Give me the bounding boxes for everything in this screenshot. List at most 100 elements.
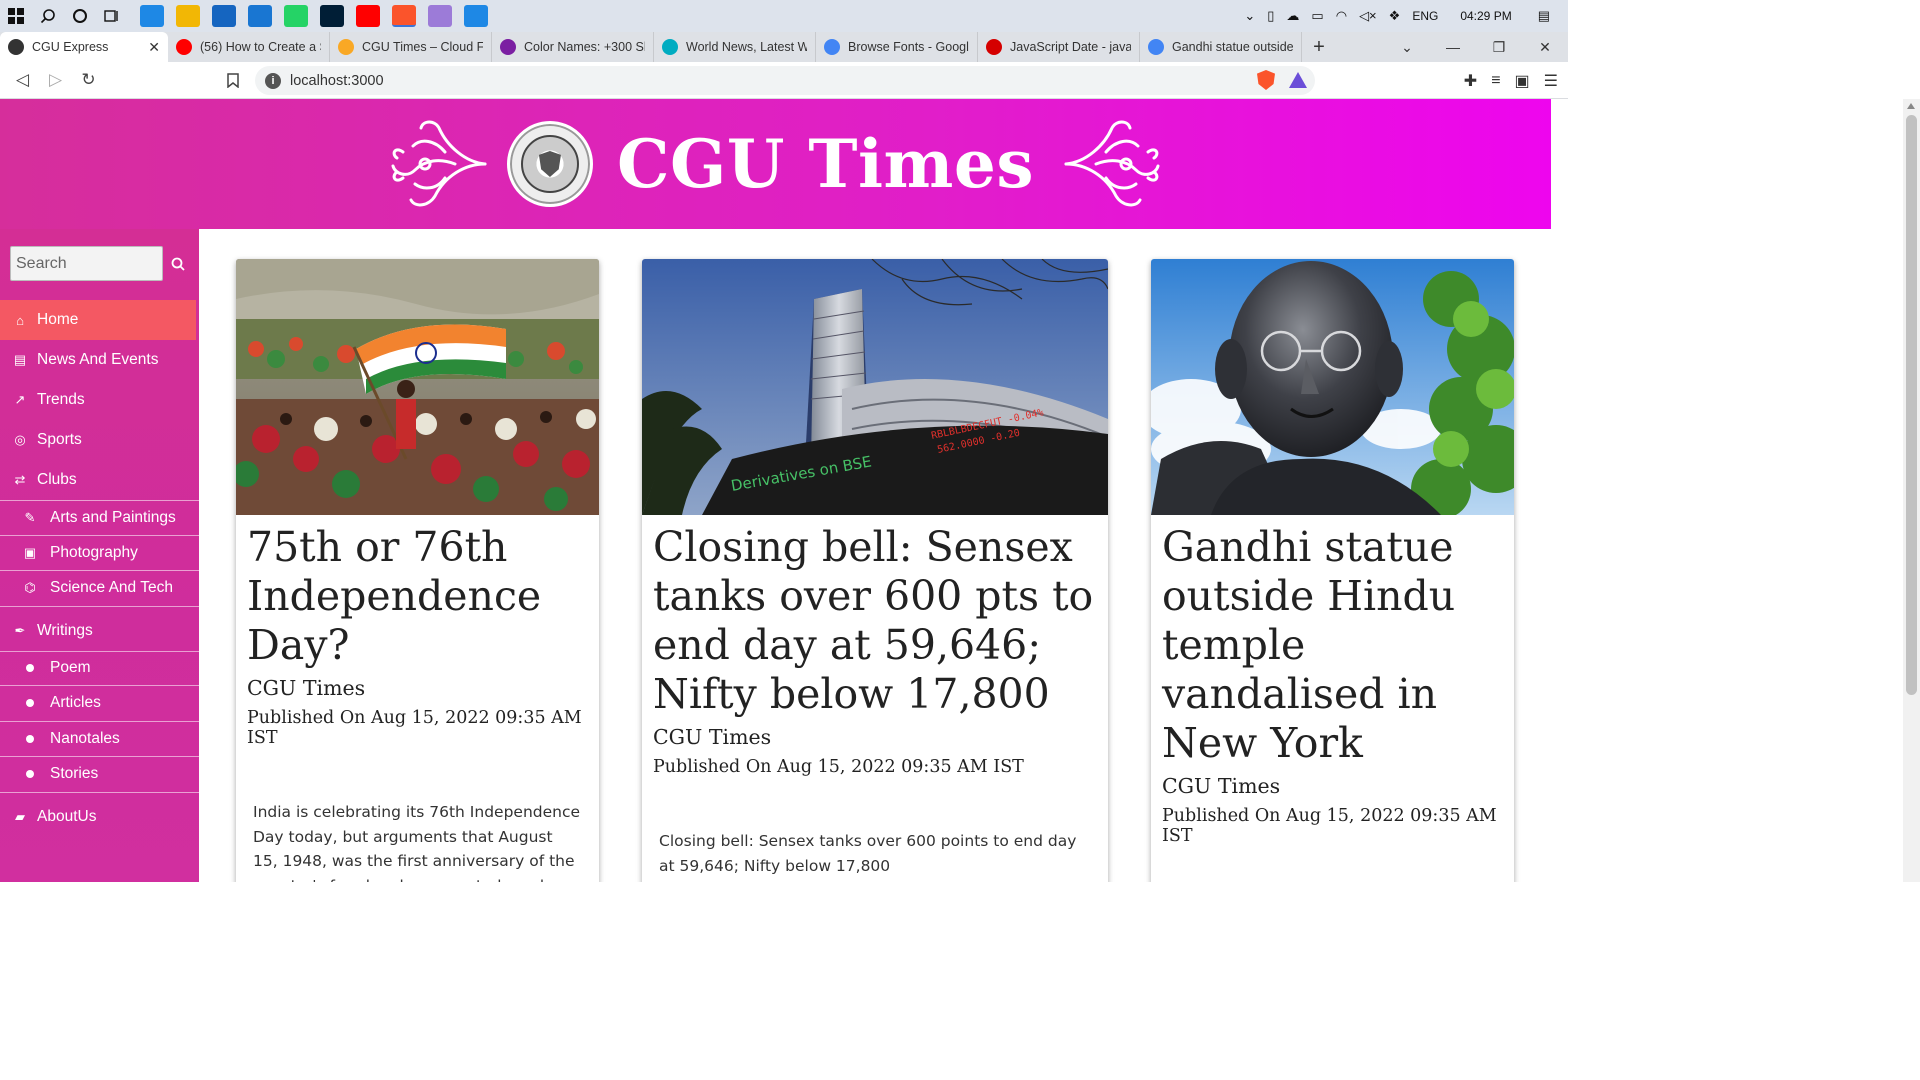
browser-tab[interactable]: Color Names: +300 Sh	[492, 32, 654, 62]
sidebar-item-news-and-events[interactable]: ▤ News And Events	[0, 340, 199, 380]
whatsapp-icon[interactable]	[284, 5, 308, 27]
article-title[interactable]: Gandhi statue outside Hindu temple vanda…	[1162, 523, 1503, 768]
language-indicator[interactable]: ENG	[1412, 9, 1438, 23]
sidebar-item-articles[interactable]: Articles	[0, 686, 199, 722]
clock[interactable]: 04:29 PM	[1460, 9, 1511, 23]
battery-icon[interactable]: ▭	[1311, 8, 1323, 24]
article-card[interactable]: 75th or 76th Independence Day? CGU Times…	[236, 259, 599, 882]
phone-link-icon[interactable]: ▯	[1267, 8, 1274, 24]
scrollbar-thumb[interactable]	[1906, 115, 1917, 695]
sidebar-item-poem[interactable]: Poem	[0, 650, 199, 686]
menu-icon[interactable]: ☰	[1544, 71, 1558, 91]
article-author: CGU Times	[1162, 774, 1281, 798]
onedrive-icon[interactable]: ☁	[1286, 8, 1299, 24]
sidebar-item-stories[interactable]: Stories	[0, 757, 199, 793]
tab-favicon-icon	[338, 39, 354, 55]
bullet-icon	[22, 731, 38, 747]
brave-shield-icon[interactable]	[1257, 70, 1275, 90]
tab-title: CGU Express	[32, 40, 109, 54]
wifi-icon[interactable]: ◠	[1336, 8, 1347, 24]
bookmark-icon[interactable]	[222, 66, 244, 94]
cortana-icon[interactable]	[64, 0, 96, 32]
search-input[interactable]	[10, 246, 163, 281]
close-tab-icon[interactable]: ✕	[148, 39, 160, 56]
gandhi-statue-photo[interactable]	[1151, 259, 1514, 515]
browser-tab[interactable]: JavaScript Date - javat	[978, 32, 1140, 62]
sidebar-item-arts-and-paintings[interactable]: ✎ Arts and Paintings	[0, 500, 199, 536]
speaker-muted-icon[interactable]: ◁×	[1359, 8, 1377, 24]
desktop-app-icon[interactable]	[248, 5, 272, 27]
photoshop-icon[interactable]	[320, 5, 344, 27]
article-date: Published On Aug 15, 2022 09:35 AM IST	[1162, 806, 1497, 846]
search-icon[interactable]	[32, 0, 64, 32]
minimize-icon[interactable]: —	[1430, 32, 1476, 62]
tech-icon: ⌬	[24, 580, 36, 596]
cgu-logo[interactable]	[506, 121, 593, 207]
task-view-icon[interactable]	[96, 0, 128, 32]
browser-tab[interactable]: CGU Times – Cloud Fir	[330, 32, 492, 62]
browser-tab[interactable]: CGU Express ✕	[0, 32, 168, 62]
kite-icon[interactable]	[428, 5, 452, 27]
sidebar-item-label: AboutUs	[37, 807, 97, 825]
restore-icon[interactable]: ❐	[1476, 32, 1522, 62]
article-excerpt: India is celebrating its 76th Independen…	[253, 803, 581, 882]
sidebar-item-sports[interactable]: ◎ Sports	[0, 420, 199, 460]
tab-search-icon[interactable]: ⌄	[1384, 32, 1430, 62]
sidebar-item-nanotales[interactable]: Nanotales	[0, 722, 199, 757]
playlist-icon[interactable]: ≡	[1491, 72, 1500, 90]
sidebar-item-label: Home	[37, 311, 79, 328]
article-title[interactable]: 75th or 76th Independence Day?	[247, 523, 588, 670]
page-scrollbar[interactable]	[1903, 99, 1920, 882]
sidebar-item-label: Writings	[37, 621, 93, 639]
bse-building-photo[interactable]: Derivatives on BSE RBLBLBDECFUT -0.04% 5…	[642, 259, 1108, 515]
left-flourish-icon	[391, 120, 487, 207]
dropbox-icon[interactable]: ❖	[1389, 8, 1401, 24]
sidebar-item-label: Articles	[50, 694, 101, 712]
brave-rewards-icon[interactable]	[1289, 72, 1307, 88]
extensions-icon[interactable]: ✚	[1464, 71, 1477, 91]
scroll-up-arrow-icon[interactable]	[1907, 103, 1915, 109]
sidebar-item-writings[interactable]: ✒ Writings	[0, 611, 199, 651]
store-icon[interactable]	[212, 5, 236, 27]
site-title[interactable]: CGU Times	[617, 125, 1034, 203]
forward-button[interactable]: ▷	[39, 65, 72, 95]
sidebar-item-clubs[interactable]: ⇄ Clubs	[0, 460, 199, 500]
sidebar-item-science-and-tech[interactable]: ⌬ Science And Tech	[0, 571, 199, 607]
article-author: CGU Times	[247, 676, 366, 700]
sidebar-item-label: Trends	[37, 391, 85, 408]
tab-title: Color Names: +300 Sh	[524, 40, 645, 54]
browser-tab[interactable]: Gandhi statue outside	[1140, 32, 1302, 62]
edge-icon[interactable]	[140, 5, 164, 27]
notifications-icon[interactable]: ▤	[1538, 8, 1550, 24]
file-explorer-icon[interactable]	[176, 5, 200, 27]
sidebar-item-home[interactable]: ⌂ Home	[0, 300, 196, 340]
article-title[interactable]: Closing bell: Sensex tanks over 600 pts …	[653, 523, 1097, 719]
url-text[interactable]: localhost:3000	[290, 73, 384, 89]
browser-tab[interactable]: Browse Fonts - Google	[816, 32, 978, 62]
article-card[interactable]: Derivatives on BSE RBLBLBDECFUT -0.04% 5…	[642, 259, 1108, 882]
article-card[interactable]: Gandhi statue outside Hindu temple vanda…	[1151, 259, 1514, 882]
tab-favicon-icon	[8, 39, 24, 55]
url-field[interactable]: i localhost:3000	[255, 66, 1315, 95]
search-button[interactable]	[163, 246, 193, 281]
new-tab-button[interactable]: +	[1302, 32, 1336, 62]
vscode-icon[interactable]	[464, 5, 488, 27]
sidebar-item-label: Science And Tech	[50, 579, 173, 597]
browser-tab[interactable]: World News, Latest Wo	[654, 32, 816, 62]
brave-icon[interactable]	[392, 5, 416, 27]
back-button[interactable]: ◁	[6, 65, 39, 95]
chevron-up-icon[interactable]: ⌄	[1244, 8, 1255, 24]
close-window-icon[interactable]: ✕	[1522, 32, 1568, 62]
article-excerpt: Closing bell: Sensex tanks over 600 poin…	[659, 832, 1077, 875]
site-info-icon[interactable]: i	[265, 72, 281, 89]
right-flourish-icon	[1064, 120, 1160, 207]
windows-start-icon[interactable]	[0, 0, 32, 32]
sidebar-item-aboutus[interactable]: ▰ AboutUs	[0, 797, 199, 837]
reload-button[interactable]: ↻	[72, 65, 105, 95]
wallet-icon[interactable]: ▣	[1515, 71, 1530, 91]
independence-day-flag-photo[interactable]	[236, 259, 599, 515]
sidebar-item-trends[interactable]: ↗ Trends	[0, 380, 199, 420]
sidebar-item-photography[interactable]: ▣ Photography	[0, 536, 199, 571]
youtube-icon[interactable]	[356, 5, 380, 27]
browser-tab[interactable]: (56) How to Create a S	[168, 32, 330, 62]
